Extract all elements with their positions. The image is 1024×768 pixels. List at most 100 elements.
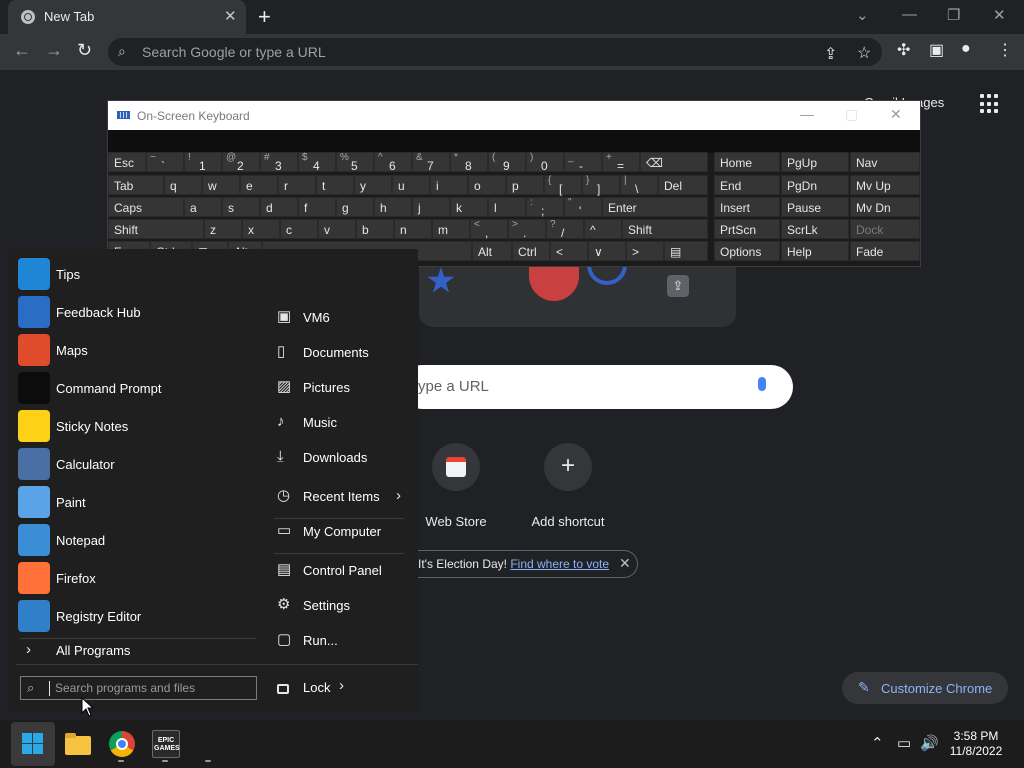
doodle-card[interactable]: ⇪ [419,265,736,327]
forward-icon[interactable]: → [45,40,63,61]
osk-key-symbol[interactable]: ~ ` [146,152,184,173]
osk-key-end[interactable]: End [714,175,780,195]
osk-key-1[interactable]: ! 1 [184,152,222,173]
all-programs-button[interactable]: › All Programs [18,639,258,661]
osk-key-mv-dn[interactable]: Mv Dn [850,197,920,217]
clock[interactable]: 3:58 PM 11/8/2022 [936,729,1016,759]
osk-key-w[interactable]: w [202,175,240,195]
chrome-taskbar-icon[interactable] [108,730,136,758]
osk-key-symbol[interactable]: {[ [544,175,582,196]
restore-icon[interactable]: ❐ [947,6,960,24]
osk-key-b[interactable]: b [356,219,394,239]
osk-key-symbol[interactable]: ⌫ [640,152,708,172]
tab-search-icon[interactable]: ⌄ [856,6,869,24]
osk-key-symbol[interactable]: :; [526,197,564,218]
osk-key-nav[interactable]: Nav [850,152,920,172]
osk-key-8[interactable]: * 8 [450,152,488,173]
osk-key-f[interactable]: f [298,197,336,217]
profile-icon[interactable]: ● [961,40,971,58]
osk-key-c[interactable]: c [280,219,318,239]
osk-key-u[interactable]: u [392,175,430,195]
osk-key-symbol[interactable]: ▤ [664,241,708,261]
extensions-icon[interactable]: ✣ [897,40,910,60]
shortcut-add[interactable]: + Add shortcut [513,443,623,529]
osk-key-fade[interactable]: Fade [850,241,920,261]
osk-key-3[interactable]: #3 [260,152,298,173]
osk-key-del[interactable]: Del [658,175,708,195]
osk-key-symbol[interactable]: <, [470,219,508,240]
google-apps-icon[interactable] [980,94,1000,114]
voice-search-icon[interactable] [758,377,766,391]
osk-key-q[interactable]: q [164,175,202,195]
osk-key-enter[interactable]: Enter [602,197,708,217]
osk-key-symbol[interactable]: | \ [620,175,658,196]
osk-key-g[interactable]: g [336,197,374,217]
customize-chrome-button[interactable]: ✎ Customize Chrome [842,672,1008,704]
start-place-recent-items[interactable]: ◷ Recent Items › [274,483,404,511]
new-tab-button[interactable]: + [258,4,271,30]
start-app-feedback-hub[interactable]: Feedback Hub [18,295,258,329]
osk-key-symbol[interactable]: }] [582,175,620,196]
osk-key-symbol[interactable]: < [550,241,588,261]
osk-key-a[interactable]: a [184,197,222,217]
start-place-settings[interactable]: ⚙ Settings [274,592,404,620]
osk-key-h[interactable]: h [374,197,412,217]
osk-key-symbol[interactable]: >. [508,219,546,240]
promo-link[interactable]: Find where to vote [510,557,609,571]
osk-key-shift[interactable]: Shift [622,219,708,239]
osk-key-l[interactable]: l [488,197,526,217]
osk-key-pause[interactable]: Pause [781,197,849,217]
osk-key-o[interactable]: o [468,175,506,195]
osk-key-shift[interactable]: Shift [108,219,204,239]
menu-icon[interactable]: ⋮ [997,40,1013,60]
start-place-run[interactable]: ▢ Run... [274,627,404,655]
osk-key-j[interactable]: j [412,197,450,217]
start-app-command-prompt[interactable]: Command Prompt [18,371,258,405]
osk-key-x[interactable]: x [242,219,280,239]
osk-key-m[interactable]: m [432,219,470,239]
start-button[interactable] [11,722,55,766]
osk-key-mv-up[interactable]: Mv Up [850,175,920,195]
osk-key-7[interactable]: & 7 [412,152,450,173]
osk-key-insert[interactable]: Insert [714,197,780,217]
minimize-icon[interactable]: — [902,6,917,23]
start-place-documents[interactable]: ▯ Documents [274,339,404,367]
tab-new-tab[interactable]: New Tab ✕ [8,0,246,34]
close-tab-icon[interactable]: ✕ [224,7,237,25]
osk-key-prtscn[interactable]: PrtScn [714,219,780,239]
osk-key-r[interactable]: r [278,175,316,195]
osk-key-options[interactable]: Options [714,241,780,261]
start-place-vm6[interactable]: ▣ VM6 [274,304,404,332]
osk-key-home[interactable]: Home [714,152,780,172]
osk-key-symbol[interactable]: ^ [584,219,622,239]
share-icon[interactable]: ⇪ [824,44,837,64]
osk-key-symbol[interactable]: ? / [546,219,584,240]
osk-key-5[interactable]: % 5 [336,152,374,173]
start-app-calculator[interactable]: Calculator [18,447,258,481]
osk-key-v[interactable]: v [318,219,356,239]
side-panel-icon[interactable]: ▣ [929,40,944,60]
osk-key-i[interactable]: i [430,175,468,195]
osk-key-n[interactable]: n [394,219,432,239]
start-app-sticky-notes[interactable]: Sticky Notes [18,409,258,443]
osk-key-symbol[interactable]: " ' [564,197,602,218]
osk-key-tab[interactable]: Tab [108,175,164,195]
start-place-music[interactable]: ♪ Music [274,409,404,437]
reload-icon[interactable]: ↻ [77,40,92,61]
osk-key-2[interactable]: @2 [222,152,260,173]
start-place-downloads[interactable]: ⤓ Downloads [274,444,404,472]
start-place-my-computer[interactable]: ▭ My Computer [274,518,404,546]
lock-button[interactable]: Lock › [274,674,374,700]
osk-key-esc[interactable]: Esc [108,152,146,172]
osk-key-s[interactable]: s [222,197,260,217]
osk-key-p[interactable]: p [506,175,544,195]
osk-key-symbol[interactable]: _ - [564,152,602,173]
start-place-control-panel[interactable]: ▤ Control Panel [274,557,404,585]
osk-key-alt[interactable]: Alt [472,241,512,261]
osk-key-e[interactable]: e [240,175,278,195]
promo-close-icon[interactable]: ✕ [619,555,631,572]
chevron-right-icon[interactable]: › [339,677,344,694]
osk-key-symbol[interactable]: + = [602,152,640,173]
osk-key-help[interactable]: Help [781,241,849,261]
osk-key-ctrl[interactable]: Ctrl [512,241,550,261]
